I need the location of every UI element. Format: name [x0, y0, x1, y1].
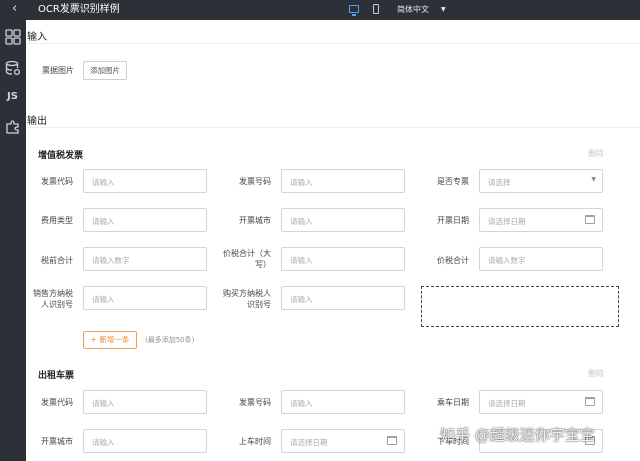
output-section-header: 输出 [27, 108, 640, 128]
vat-invoice-title: 增值税发票 [38, 151, 84, 161]
taxi-ticket-title: 出租车票 [38, 371, 75, 381]
seller-tax-id-label: 销售方纳税人识别号 [33, 289, 73, 309]
is-special-select[interactable]: 请选择 ▼ [479, 169, 603, 193]
taxi-invoice-code-input[interactable]: 请输入 [83, 390, 207, 414]
total-upper-input[interactable]: 请输入 [281, 247, 405, 271]
chevron-down-icon: ▼ [591, 176, 596, 183]
invoice-date-picker[interactable]: 请选择日期 [479, 208, 603, 232]
sidebar: JS [0, 20, 26, 461]
page-title: OCR发票识别样例 [38, 4, 120, 15]
receipt-image-label: 票据图片 [42, 66, 74, 75]
calendar-icon [585, 215, 595, 224]
watermark-text: 知乎 @超级迷你宇宝宝 [440, 426, 595, 444]
section-title: 输入 [27, 32, 47, 43]
invoice-city-label: 开票城市 [239, 216, 271, 225]
invoice-code-label: 发票代码 [41, 177, 73, 186]
delete-button[interactable]: 删除 [588, 368, 604, 379]
total-input[interactable]: 请输入数字 [479, 247, 603, 271]
phone-icon[interactable] [373, 4, 379, 14]
boarding-time-picker[interactable]: 请选择日期 [281, 429, 405, 453]
invoice-number-input[interactable]: 请输入 [281, 169, 405, 193]
expense-type-input[interactable]: 请输入 [83, 208, 207, 232]
delete-button[interactable]: 删除 [588, 148, 604, 159]
pre-tax-total-label: 税前合计 [41, 256, 73, 265]
total-upper-label: 价税合计（大写） [223, 249, 271, 269]
arrow-left-icon[interactable]: ‹ [12, 1, 17, 17]
monitor-icon[interactable] [349, 5, 359, 16]
add-image-button[interactable]: 添加图片 [83, 61, 127, 80]
chevron-down-icon[interactable]: ▼ [441, 4, 446, 16]
section-title: 输出 [27, 116, 47, 127]
pre-tax-total-input[interactable]: 请输入数字 [83, 247, 207, 271]
add-row-button[interactable]: + 新增一条 [83, 331, 137, 349]
calendar-icon [387, 436, 397, 445]
taxi-invoice-city-input[interactable]: 请输入 [83, 429, 207, 453]
calendar-icon [585, 397, 595, 406]
taxi-invoice-city-label: 开票城市 [41, 437, 73, 446]
grid-icon[interactable] [5, 29, 21, 45]
taxi-invoice-code-label: 发票代码 [41, 398, 73, 407]
ride-date-label: 乘车日期 [437, 398, 469, 407]
taxi-invoice-number-input[interactable]: 请输入 [281, 390, 405, 414]
invoice-number-label: 发票号码 [239, 177, 271, 186]
seller-tax-id-input[interactable]: 请输入 [83, 286, 207, 310]
invoice-city-input[interactable]: 请输入 [281, 208, 405, 232]
input-section-header: 输入 [27, 24, 640, 44]
top-bar: ‹ OCR发票识别样例 简体中文 ▼ [0, 0, 640, 20]
language-select[interactable]: 简体中文 [397, 4, 429, 16]
buyer-tax-id-input[interactable]: 请输入 [281, 286, 405, 310]
expense-type-label: 费用类型 [41, 216, 73, 225]
boarding-time-label: 上车时间 [239, 437, 271, 446]
invoice-code-input[interactable]: 请输入 [83, 169, 207, 193]
is-special-label: 是否专票 [437, 177, 469, 186]
invoice-date-label: 开票日期 [437, 216, 469, 225]
taxi-invoice-number-label: 发票号码 [239, 398, 271, 407]
js-icon[interactable]: JS [7, 91, 18, 102]
add-limit-note: (最多添加50条) [145, 336, 195, 344]
puzzle-icon[interactable] [5, 119, 21, 135]
buyer-tax-id-label: 购买方纳税人识别号 [223, 289, 271, 309]
database-icon[interactable] [5, 60, 21, 76]
ride-date-picker[interactable]: 请选择日期 [479, 390, 603, 414]
selection-placeholder[interactable] [421, 286, 619, 327]
total-label: 价税合计 [437, 256, 469, 265]
